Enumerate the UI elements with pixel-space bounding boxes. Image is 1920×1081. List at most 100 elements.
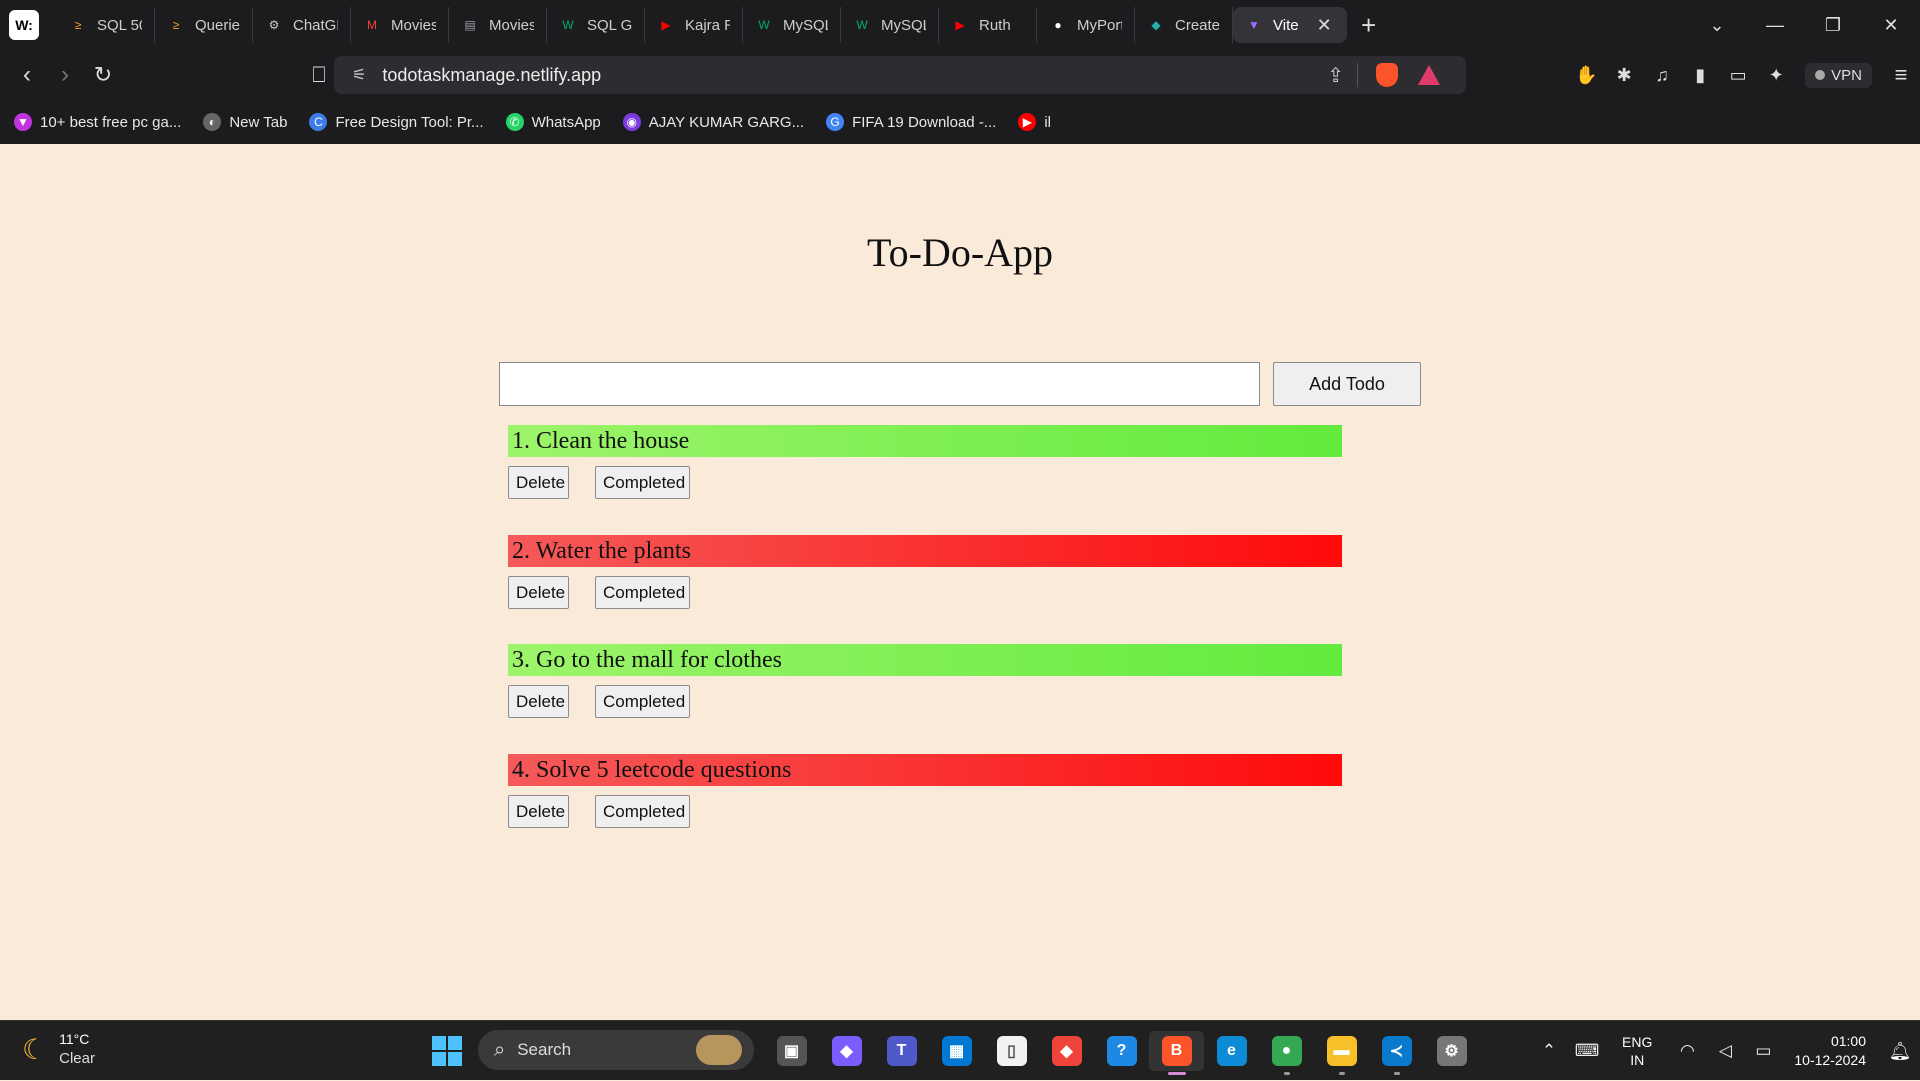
completed-button[interactable]: Completed	[595, 466, 690, 499]
reload-button[interactable]: ↻	[84, 62, 122, 88]
forward-button[interactable]: ›	[46, 61, 84, 89]
back-button[interactable]: ‹	[8, 61, 46, 89]
taskbar-app-settings[interactable]: ⚙	[1424, 1031, 1479, 1071]
todo-item: 2. Water the plants Delete Completed	[508, 535, 1342, 609]
keyboard-icon[interactable]: ⌨	[1568, 1041, 1606, 1061]
main-menu-icon[interactable]: ≡	[1882, 62, 1920, 88]
new-tab-button[interactable]: +	[1361, 10, 1376, 41]
taskbar-app-help[interactable]: ?	[1094, 1031, 1149, 1071]
tab-12[interactable]: ◆ Create a	[1135, 7, 1233, 43]
taskbar-app-teams[interactable]: T	[874, 1031, 929, 1071]
tab-label: SQL 50 -	[97, 16, 142, 34]
taskbar-app-task-view[interactable]: ▣	[764, 1031, 819, 1071]
share-icon[interactable]: ⇪	[1327, 63, 1344, 88]
delete-button[interactable]: Delete	[508, 466, 569, 499]
adblock-extension-icon[interactable]: ✋	[1567, 65, 1605, 86]
vscode-icon: ≺	[1381, 1036, 1412, 1066]
battery-icon[interactable]: ▭	[1744, 1041, 1782, 1061]
tab-5[interactable]: ▤ MoviesM	[449, 7, 547, 43]
delete-button[interactable]: Delete	[508, 795, 569, 828]
url-text[interactable]: todotaskmanage.netlify.app	[382, 65, 601, 86]
taskbar-app-vscode[interactable]: ≺	[1369, 1031, 1424, 1075]
completed-button[interactable]: Completed	[595, 795, 690, 828]
google-icon: G	[826, 113, 845, 131]
add-todo-button[interactable]: Add Todo	[1273, 362, 1421, 406]
close-tab-icon[interactable]: ✕	[1317, 15, 1332, 36]
restore-button[interactable]: ❐	[1804, 15, 1862, 36]
language-indicator[interactable]: ENG IN	[1622, 1033, 1652, 1069]
taskbar-app-edge[interactable]: e	[1204, 1031, 1259, 1071]
close-window-button[interactable]: ✕	[1862, 15, 1920, 36]
delete-button[interactable]: Delete	[508, 685, 569, 718]
notification-bell-icon[interactable]: 🔔︎	[1880, 1041, 1920, 1062]
taskbar-app-file-explorer[interactable]: ▬	[1314, 1031, 1369, 1075]
weather-widget[interactable]: ☾ 11°C Clear	[22, 1030, 95, 1068]
settings-icon: ⚙	[1436, 1036, 1467, 1066]
media-music-icon[interactable]: ♫	[1643, 65, 1681, 86]
address-bar[interactable]: ⚟ todotaskmanage.netlify.app ⇪	[334, 56, 1466, 94]
brave-rewards-icon[interactable]	[1418, 65, 1440, 85]
lang-code: ENG	[1622, 1034, 1653, 1050]
bookmark-page-icon[interactable]: ⎕	[302, 62, 336, 88]
leetcode-icon: ≥	[74, 18, 82, 32]
file-explorer-icon: ▬	[1326, 1036, 1357, 1066]
volume-icon[interactable]: ◁	[1706, 1041, 1744, 1061]
tab-list: ≥ SQL 50 - ≥ Queries (⚙ ChatGPT M MoviesM ▤ Movi…	[57, 0, 1347, 50]
bookmark-item[interactable]: ✆ WhatsApp	[505, 113, 601, 131]
taskbar-search[interactable]: ⌕ Search	[478, 1030, 754, 1070]
leo-ai-icon[interactable]: ✦	[1757, 65, 1795, 86]
minimize-button[interactable]: —	[1746, 15, 1804, 36]
todo-item: 3. Go to the mall for clothes Delete Compl…	[508, 644, 1342, 718]
page-icon: ▤	[464, 18, 476, 32]
bookmark-item[interactable]: G FIFA 19 Download -...	[826, 113, 996, 131]
github-icon: ●	[1054, 18, 1062, 32]
taskbar-apps: ▣ ◆ T ▦ ▯ ◆? Be ● ▬ ≺ ⚙	[764, 1031, 1479, 1075]
vite-icon: ▼	[1248, 18, 1260, 32]
bookmark-item[interactable]: C Free Design Tool: Pr...	[309, 113, 484, 131]
tab-13[interactable]: ▼ Vite ✕	[1233, 7, 1347, 43]
todo-text: 1. Clean the house	[508, 425, 1342, 457]
wallet-icon[interactable]: ▭	[1719, 65, 1757, 86]
taskbar-app-chrome[interactable]: ●	[1259, 1031, 1314, 1075]
tab-label: MoviesM	[391, 16, 436, 34]
clock[interactable]: 01:00 10-12-2024	[1794, 1032, 1866, 1070]
globe-icon: ◐	[203, 113, 222, 131]
tab-6[interactable]: W SQL GRO	[547, 7, 645, 43]
taskbar-app-brave[interactable]: B	[1149, 1031, 1204, 1075]
tab-3[interactable]: ⚙ ChatGPT	[253, 7, 351, 43]
url-divider	[1357, 63, 1358, 87]
tab-2[interactable]: ≥ Queries (	[155, 7, 253, 43]
taskbar-app-anydesk[interactable]: ◆	[1039, 1031, 1094, 1071]
tab-8[interactable]: W MySQL II	[743, 7, 841, 43]
w3schools-app-icon[interactable]: W:	[9, 10, 39, 40]
search-icon: ⌕	[494, 1038, 506, 1061]
windows-start-icon[interactable]	[432, 1036, 462, 1066]
wifi-icon[interactable]: ◠	[1668, 1041, 1706, 1061]
bookmark-item[interactable]: ▶ il	[1018, 113, 1051, 131]
taskbar-app-notepad[interactable]: ▯	[984, 1031, 1039, 1071]
tab-4[interactable]: M MoviesM	[351, 7, 449, 43]
taskbar-app-store[interactable]: ▦	[929, 1031, 984, 1071]
brave-icon: B	[1161, 1036, 1192, 1066]
chevron-up-icon[interactable]: ⌃	[1530, 1041, 1568, 1061]
todo-input[interactable]	[499, 362, 1260, 406]
completed-button[interactable]: Completed	[595, 685, 690, 718]
site-settings-icon[interactable]: ⚟	[352, 65, 366, 85]
tab-1[interactable]: ≥ SQL 50 -	[57, 7, 155, 43]
tab-7[interactable]: ▶ Kajra Re	[645, 7, 743, 43]
taskbar-app-copilot[interactable]: ◆	[819, 1031, 874, 1071]
tab-search-chevron-icon[interactable]: ⌄	[1688, 15, 1746, 36]
completed-button[interactable]: Completed	[595, 576, 690, 609]
delete-button[interactable]: Delete	[508, 576, 569, 609]
bookmark-item[interactable]: ◉ AJAY KUMAR GARG...	[622, 113, 804, 131]
brave-shields-icon[interactable]	[1376, 63, 1398, 87]
tab-9[interactable]: W MySQL T	[841, 7, 939, 43]
bookmark-item[interactable]: ▼ 10+ best free pc ga...	[14, 113, 181, 131]
bookmark-item[interactable]: ◐ New Tab	[203, 113, 287, 131]
vpn-button[interactable]: VPN	[1805, 62, 1872, 88]
todo-actions: Delete Completed	[508, 466, 1342, 499]
extensions-puzzle-icon[interactable]: ✱	[1605, 65, 1643, 86]
tab-11[interactable]: ● MyPortfo	[1037, 7, 1135, 43]
sidebar-toggle-icon[interactable]: ▮	[1681, 65, 1719, 86]
tab-10[interactable]: ▶ Ruth	[939, 7, 1037, 43]
